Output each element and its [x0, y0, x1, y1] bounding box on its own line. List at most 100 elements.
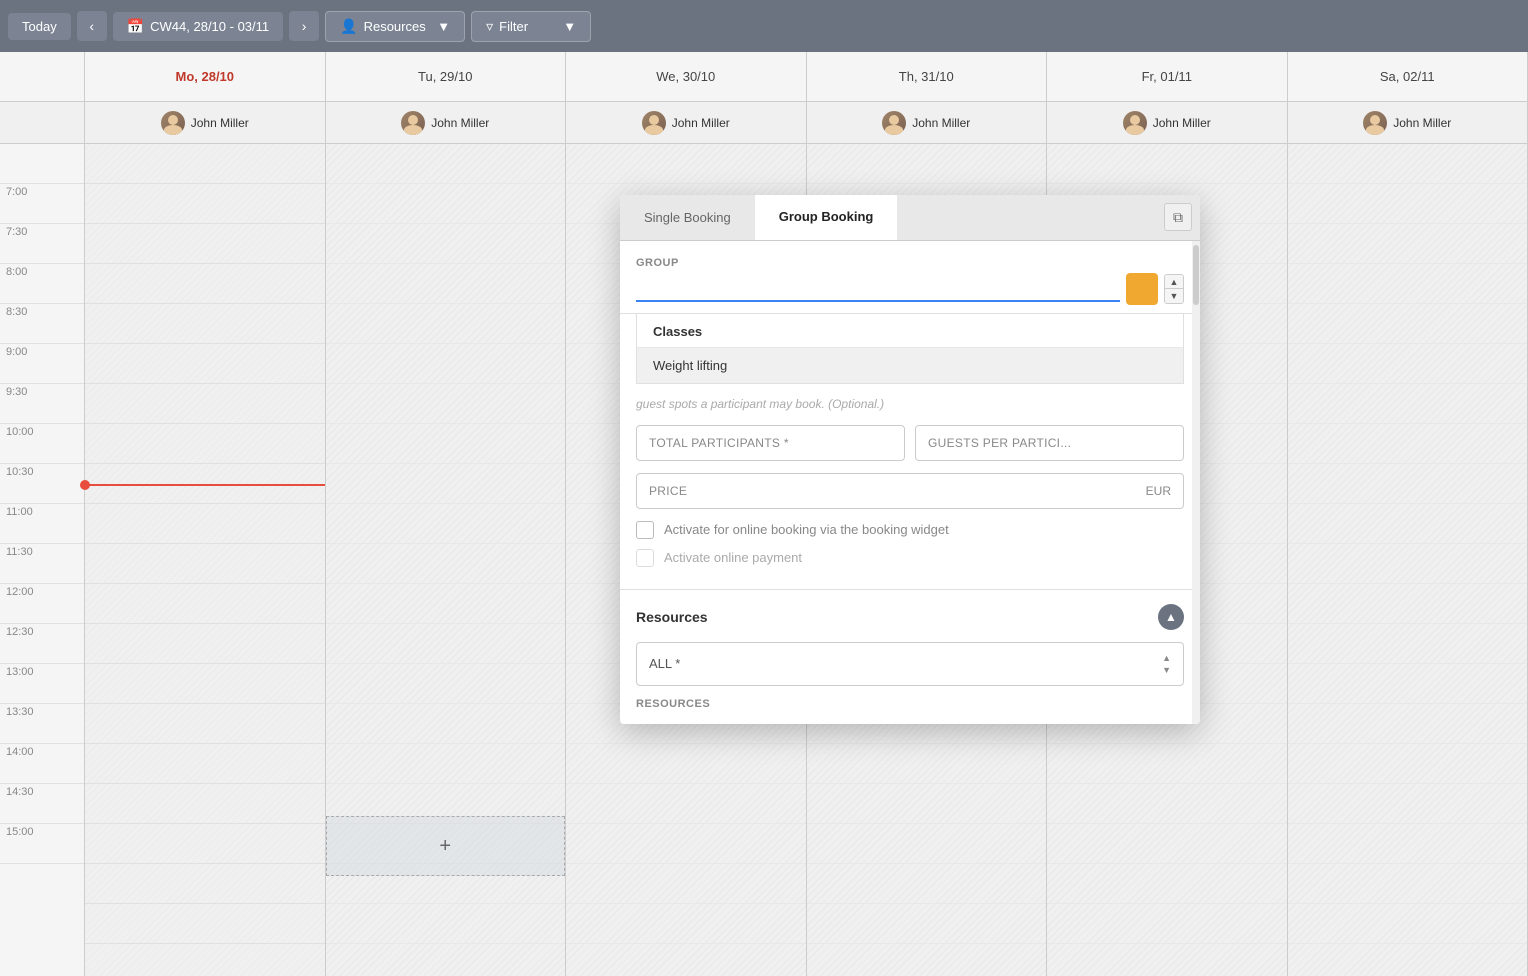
- resource-name-mon: John Miller: [191, 116, 249, 130]
- avatar-tue: [401, 111, 425, 135]
- resource-name-thu: John Miller: [912, 116, 970, 130]
- modal-panel: Single Booking Group Booking ⧉ GROUP ▲ ▼: [620, 195, 1200, 724]
- expand-icon: ⧉: [1173, 209, 1183, 226]
- resources-selector[interactable]: 👤 Resources ▼: [325, 11, 465, 42]
- header-spacer: [0, 52, 85, 101]
- arrow-up-button[interactable]: ▲: [1165, 275, 1183, 289]
- price-currency: EUR: [1146, 484, 1171, 498]
- online-payment-label: Activate online payment: [664, 550, 802, 565]
- add-slot-button[interactable]: +: [326, 816, 566, 876]
- group-color-button[interactable]: [1126, 273, 1158, 305]
- resource-name-wed: John Miller: [672, 116, 730, 130]
- avatar-mon: [161, 111, 185, 135]
- tab-single-booking[interactable]: Single Booking: [620, 195, 755, 240]
- group-arrows: ▲ ▼: [1164, 274, 1184, 304]
- resource-headers: John Miller John Miller John Miller John…: [0, 102, 1528, 144]
- resources-header: Resources ▲: [636, 604, 1184, 630]
- day-header-mon: Mo, 28/10: [85, 52, 326, 101]
- group-input[interactable]: [636, 276, 1120, 302]
- time-slot: 11:00: [0, 504, 84, 544]
- modal-body: GROUP ▲ ▼ Classes Weight lifting guest s…: [620, 241, 1200, 724]
- avatar-sat: [1363, 111, 1387, 135]
- toolbar: Today ‹ 📅 CW44, 28/10 - 03/11 › 👤 Resour…: [0, 0, 1528, 52]
- today-button[interactable]: Today: [8, 13, 71, 40]
- time-slot: 13:00: [0, 664, 84, 704]
- participants-row: TOTAL PARTICIPANTS * GUESTS PER PARTICI.…: [636, 425, 1184, 461]
- day-col-mon[interactable]: [85, 144, 326, 976]
- tab-group-booking[interactable]: Group Booking: [755, 195, 898, 240]
- current-time-dot: [80, 480, 90, 490]
- day-header-sat: Sa, 02/11: [1288, 52, 1528, 101]
- day-header-fri: Fr, 01/11: [1047, 52, 1288, 101]
- time-slot: 14:30: [0, 784, 84, 824]
- arrow-down-button[interactable]: ▼: [1165, 289, 1183, 303]
- time-slot: 11:30: [0, 544, 84, 584]
- expand-modal-button[interactable]: ⧉: [1164, 203, 1192, 231]
- resource-name-tue: John Miller: [431, 116, 489, 130]
- guests-per-field[interactable]: GUESTS PER PARTICI...: [915, 425, 1184, 461]
- checkbox-online-payment: Activate online payment: [636, 549, 1184, 567]
- resources-collapse-button[interactable]: ▲: [1158, 604, 1184, 630]
- time-slot: 12:00: [0, 584, 84, 624]
- week-label: CW44, 28/10 - 03/11: [150, 19, 269, 34]
- group-input-row: ▲ ▼: [636, 273, 1184, 305]
- resource-name-fri: John Miller: [1153, 116, 1211, 130]
- day-header-wed: We, 30/10: [566, 52, 807, 101]
- time-slot: 12:30: [0, 624, 84, 664]
- select-up-icon: ▲: [1162, 653, 1171, 663]
- scrollbar-track[interactable]: [1192, 241, 1200, 724]
- resource-spacer: [0, 102, 85, 143]
- day-col-sat[interactable]: [1288, 144, 1528, 976]
- time-slot: 15:00: [0, 824, 84, 864]
- checkbox-online-booking: Activate for online booking via the book…: [636, 521, 1184, 539]
- form-section: guest spots a participant may book. (Opt…: [620, 384, 1200, 589]
- modal-tabs: Single Booking Group Booking ⧉: [620, 195, 1200, 241]
- time-slot: 13:30: [0, 704, 84, 744]
- resources-all-select[interactable]: ALL * ▲ ▼: [636, 642, 1184, 686]
- online-payment-checkbox[interactable]: [636, 549, 654, 567]
- resources-person-icon: 👤: [340, 18, 357, 35]
- online-booking-label: Activate for online booking via the book…: [664, 522, 949, 537]
- dropdown-category: Classes: [637, 314, 1183, 347]
- avatar-wed: [642, 111, 666, 135]
- calendar-icon: 📅: [127, 18, 144, 35]
- time-slot: [0, 144, 84, 184]
- resource-cell-mon: John Miller: [85, 102, 326, 143]
- time-slot: 10:00: [0, 424, 84, 464]
- time-slot: 8:00: [0, 264, 84, 304]
- dropdown-item-weightlifting[interactable]: Weight lifting: [637, 347, 1183, 383]
- time-slot: 9:00: [0, 344, 84, 384]
- hint-text: guest spots a participant may book. (Opt…: [636, 396, 1184, 413]
- current-time-line: [85, 484, 325, 486]
- prev-week-button[interactable]: ‹: [77, 11, 107, 41]
- resources-all-label: ALL *: [649, 656, 1162, 671]
- modal-content: GROUP ▲ ▼ Classes Weight lifting guest s…: [620, 241, 1200, 724]
- resource-cell-fri: John Miller: [1047, 102, 1288, 143]
- resource-cell-sat: John Miller: [1288, 102, 1528, 143]
- avatar-fri: [1123, 111, 1147, 135]
- next-week-button[interactable]: ›: [289, 11, 319, 41]
- time-slot: 7:30: [0, 224, 84, 264]
- price-field[interactable]: PRICE EUR: [636, 473, 1184, 509]
- select-down-icon: ▼: [1162, 665, 1171, 675]
- resources-select-arrows: ▲ ▼: [1162, 653, 1171, 675]
- filter-selector[interactable]: ▿ Filter ▼: [471, 11, 591, 42]
- chevron-up-icon: ▲: [1165, 610, 1177, 624]
- resources-title: Resources: [636, 609, 708, 625]
- resource-cell-thu: John Miller: [807, 102, 1048, 143]
- resources-section: Resources ▲ ALL * ▲ ▼ RESOURCES: [620, 589, 1200, 724]
- filter-dropdown-icon: ▼: [563, 19, 576, 34]
- online-booking-checkbox[interactable]: [636, 521, 654, 539]
- scrollbar-thumb[interactable]: [1193, 245, 1199, 305]
- filter-label: Filter: [499, 19, 557, 34]
- time-slot: 7:00: [0, 184, 84, 224]
- day-col-tue[interactable]: +: [326, 144, 567, 976]
- week-selector[interactable]: 📅 CW44, 28/10 - 03/11: [113, 12, 283, 41]
- day-headers: Mo, 28/10 Tu, 29/10 We, 30/10 Th, 31/10 …: [0, 52, 1528, 102]
- group-section: GROUP ▲ ▼: [620, 241, 1200, 314]
- resource-cell-wed: John Miller: [566, 102, 807, 143]
- total-participants-field[interactable]: TOTAL PARTICIPANTS *: [636, 425, 905, 461]
- resources-dropdown-icon: ▼: [437, 19, 450, 34]
- time-slot: 14:00: [0, 744, 84, 784]
- price-label: PRICE: [649, 484, 1146, 498]
